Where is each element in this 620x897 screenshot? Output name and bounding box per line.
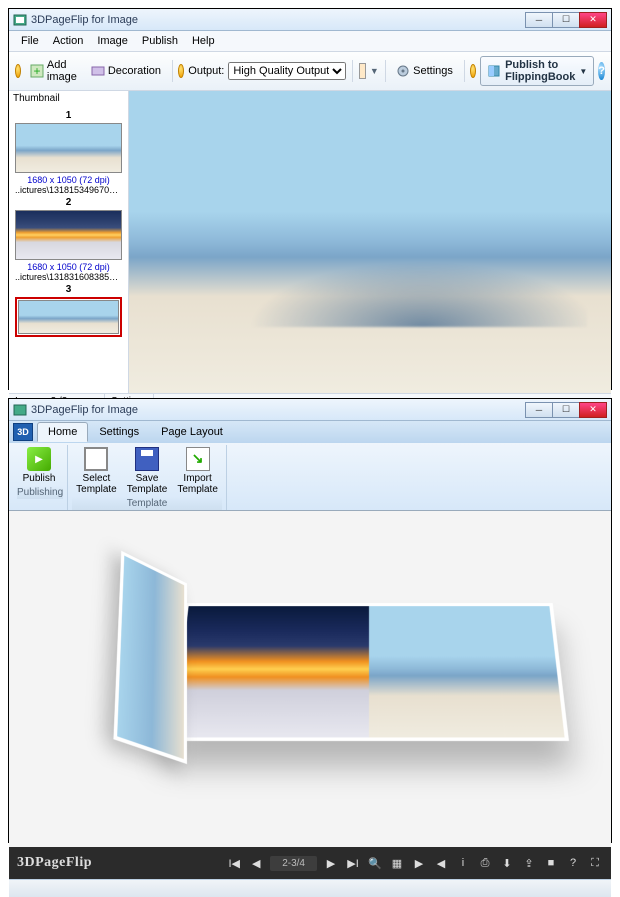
menu-bar: File Action Image Publish Help (9, 31, 611, 52)
page-color-swatch[interactable] (359, 63, 366, 79)
thumbnail-image[interactable] (15, 210, 122, 260)
menu-action[interactable]: Action (47, 33, 90, 49)
output-label: Output: (188, 65, 224, 77)
settings-button[interactable]: Settings (391, 61, 458, 81)
image-preview (129, 91, 611, 393)
decoration-button[interactable]: Decoration (86, 61, 166, 81)
book-page-right (369, 606, 565, 737)
coin-icon (15, 64, 21, 78)
settings-label: Settings (413, 65, 453, 77)
publish-button[interactable]: Publish to FlippingBook ▼ (480, 56, 594, 86)
app-icon (13, 403, 27, 417)
maximize-button[interactable]: ☐ (552, 12, 580, 28)
ribbon-group-label: Publishing (17, 486, 63, 499)
titlebar: 3DPageFlip for Image ─ ☐ ✕ (9, 399, 611, 421)
thumb-index: 1 (15, 110, 122, 121)
decoration-label: Decoration (108, 65, 161, 77)
close-button[interactable]: ✕ (579, 12, 607, 28)
book-viewer[interactable] (9, 511, 611, 847)
svg-text:+: + (33, 64, 40, 78)
flipping-page (113, 551, 187, 764)
output-quality-select[interactable]: High Quality Output (228, 62, 346, 80)
thumb-filename: ..ictures\1318316083853.jpg (15, 272, 122, 282)
share-button[interactable]: ⇪ (521, 855, 537, 871)
template-icon (84, 447, 108, 471)
titlebar: 3DPageFlip for Image ─ ☐ ✕ (9, 9, 611, 31)
add-image-label: Add image (47, 59, 77, 83)
viewer-window: 3DPageFlip for Image ─ ☐ ✕ 3D Home Setti… (8, 398, 612, 843)
thumbnail-header: Thumbnail (9, 91, 128, 106)
thumb-dimensions: 1680 x 1050 (72 dpi) (15, 262, 122, 272)
tab-home[interactable]: Home (37, 422, 88, 442)
window-title: 3DPageFlip for Image (31, 14, 525, 26)
import-template-button[interactable]: Import Template (173, 445, 222, 497)
publish-label: Publish to FlippingBook (505, 59, 575, 83)
info-button[interactable]: i (455, 855, 471, 871)
window-status-strip (9, 879, 611, 897)
import-icon (186, 447, 210, 471)
ribbon-group-template: Select Template Save Template Import Tem… (68, 445, 227, 510)
ribbon-tabs: 3D Home Settings Page Layout (9, 421, 611, 443)
first-page-button[interactable]: I◀ (226, 855, 242, 871)
thumbnail-selected (15, 297, 122, 337)
tab-settings[interactable]: Settings (88, 422, 150, 442)
window-title: 3DPageFlip for Image (31, 404, 525, 416)
player-toolbar: 3DPageFlip I◀ ◀ 2-3/4 ▶ ▶I 🔍 ▦ ▶ ◀ i ⎙ ⬇… (9, 847, 611, 879)
chevron-down-icon: ▼ (579, 67, 587, 76)
thumbnail-panel: Thumbnail 1 1680 x 1050 (72 dpi) ..ictur… (9, 91, 129, 393)
app-menu-button[interactable]: 3D (13, 423, 33, 441)
last-page-button[interactable]: ▶I (345, 855, 361, 871)
brand-logo: 3DPageFlip (17, 855, 92, 871)
gear-icon (396, 64, 410, 78)
thumb-index: 3 (15, 284, 122, 295)
book-icon (487, 64, 501, 78)
thumb-dimensions: 1680 x 1050 (72 dpi) (15, 175, 122, 185)
prev-page-button[interactable]: ◀ (248, 855, 264, 871)
toolbar: + Add image Decoration Output: High Qual… (9, 52, 611, 91)
menu-image[interactable]: Image (91, 33, 134, 49)
minimize-button[interactable]: ─ (525, 402, 553, 418)
zoom-button[interactable]: 🔍 (367, 855, 383, 871)
thumb-index: 2 (15, 197, 122, 208)
thumbnail-image[interactable] (18, 300, 119, 334)
thumbnail-image[interactable] (15, 123, 122, 173)
next-page-button[interactable]: ▶ (323, 855, 339, 871)
chevron-down-icon[interactable]: ▼ (370, 66, 379, 76)
book-page-left (173, 606, 369, 737)
menu-file[interactable]: File (15, 33, 45, 49)
help-button[interactable]: ? (565, 855, 581, 871)
app-icon (13, 13, 27, 27)
thumb-filename: ..ictures\1318153496701.jpg (15, 185, 122, 195)
thumbnails-button[interactable]: ▦ (389, 855, 405, 871)
menu-help[interactable]: Help (186, 33, 221, 49)
ribbon-group-publishing: Publish Publishing (13, 445, 68, 510)
sound-button[interactable]: ◀ (433, 855, 449, 871)
ribbon: Publish Publishing Select Template Save … (9, 443, 611, 511)
tab-page-layout[interactable]: Page Layout (150, 422, 234, 442)
fullscreen-button[interactable]: ⛶ (587, 855, 603, 871)
maximize-button[interactable]: ☐ (552, 402, 580, 418)
save-icon (135, 447, 159, 471)
minimize-button[interactable]: ─ (525, 12, 553, 28)
publish-icon (27, 447, 51, 471)
help-button[interactable]: ? (598, 62, 605, 80)
save-template-button[interactable]: Save Template (123, 445, 172, 497)
print-button[interactable]: ⎙ (477, 855, 493, 871)
coin-icon (470, 64, 476, 78)
close-button[interactable]: ✕ (579, 402, 607, 418)
publish-button[interactable]: Publish (17, 445, 61, 486)
select-template-button[interactable]: Select Template (72, 445, 121, 497)
decoration-icon (91, 64, 105, 78)
coin-icon (178, 64, 184, 78)
menu-publish[interactable]: Publish (136, 33, 184, 49)
bookmark-button[interactable]: ■ (543, 855, 559, 871)
page-indicator: 2-3/4 (270, 856, 317, 871)
add-image-icon: + (30, 64, 44, 78)
ribbon-group-label: Template (72, 497, 222, 510)
download-button[interactable]: ⬇ (499, 855, 515, 871)
autoplay-button[interactable]: ▶ (411, 855, 427, 871)
add-image-button[interactable]: + Add image (25, 56, 82, 86)
editor-window: 3DPageFlip for Image ─ ☐ ✕ File Action I… (8, 8, 612, 390)
